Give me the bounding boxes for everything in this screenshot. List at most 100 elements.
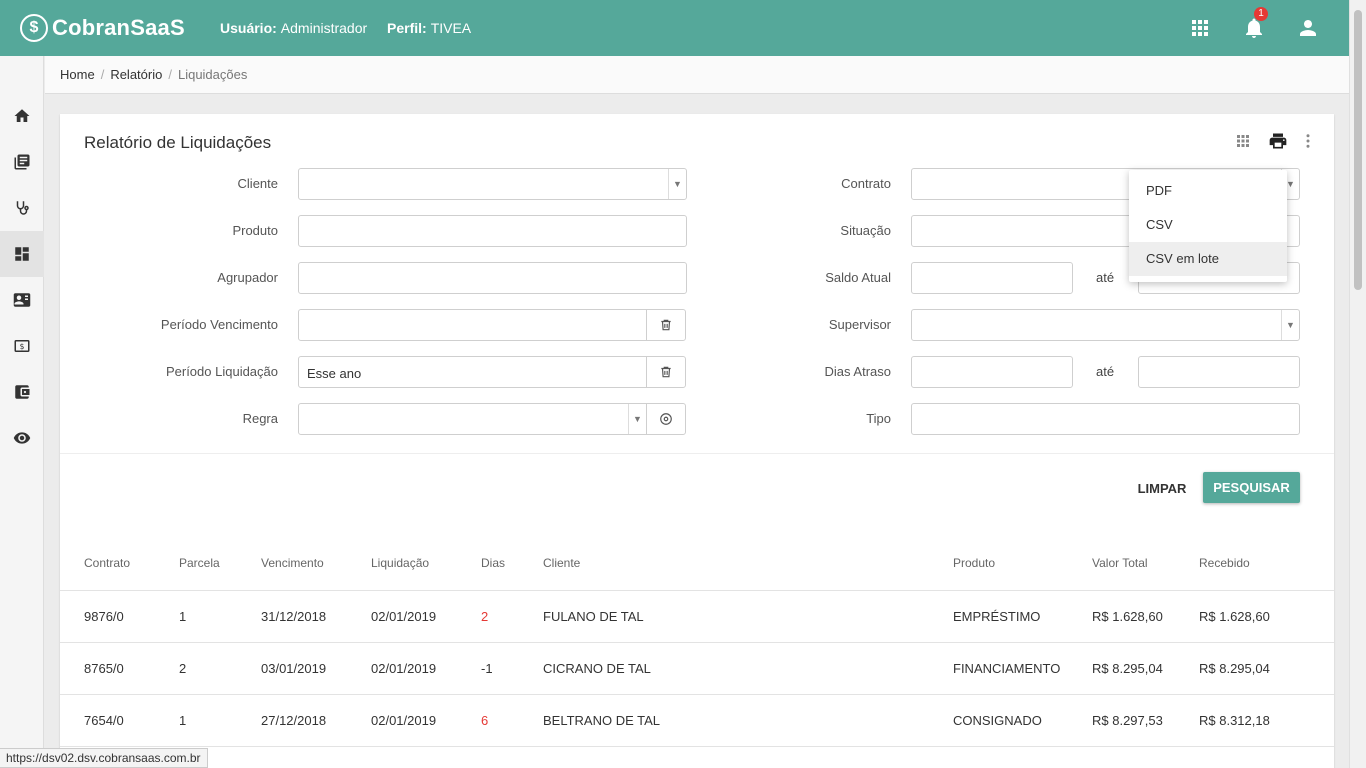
cell-recebido: R$ 8.312,18 — [1199, 713, 1270, 728]
col-header-dias[interactable]: Dias — [481, 556, 505, 570]
saldo-atual-label: Saldo Atual — [825, 270, 891, 285]
col-header-recebido[interactable]: Recebido — [1199, 556, 1250, 570]
cell-parcela: 2 — [179, 661, 187, 676]
col-header-parcela[interactable]: Parcela — [179, 556, 220, 570]
svg-text:$: $ — [20, 342, 25, 351]
chevron-down-icon[interactable]: ▼ — [668, 169, 686, 199]
saldo-atual-min-input[interactable] — [911, 262, 1073, 294]
periodo-vencimento-label: Período Vencimento — [160, 317, 278, 332]
table-row[interactable]: 7654/0 1 27/12/2018 02/01/2019 6 BELTRAN… — [60, 694, 1334, 746]
scrollbar-thumb[interactable] — [1354, 10, 1362, 290]
export-csv[interactable]: CSV — [1129, 208, 1287, 242]
more-vert-icon[interactable] — [1302, 132, 1322, 152]
breadcrumb: Home / Relatório / Liquidações — [60, 67, 247, 82]
contrato-label: Contrato — [841, 176, 891, 191]
chevron-down-icon[interactable]: ▼ — [1281, 310, 1299, 340]
agrupador-input[interactable] — [298, 262, 687, 294]
nav-watch[interactable] — [0, 415, 44, 461]
cell-liquidacao: 02/01/2019 — [371, 661, 437, 676]
tipo-label: Tipo — [866, 411, 891, 426]
export-csv-lote[interactable]: CSV em lote — [1129, 242, 1287, 276]
col-header-liquidacao[interactable]: Liquidação — [371, 556, 429, 570]
cell-vencimento: 31/12/2018 — [261, 609, 327, 624]
notification-badge: 1 — [1254, 7, 1268, 21]
breadcrumb-bar: Home / Relatório / Liquidações — [45, 56, 1349, 94]
nav-health[interactable] — [0, 185, 44, 231]
dias-atraso-min-input[interactable] — [911, 356, 1073, 388]
col-header-valor-total[interactable]: Valor Total — [1092, 556, 1148, 570]
cell-valor-total: R$ 1.628,60 — [1092, 609, 1163, 624]
cell-valor-total: R$ 8.295,04 — [1092, 661, 1163, 676]
periodo-liquidacao-label: Período Liquidação — [165, 364, 278, 379]
account-icon[interactable] — [1296, 16, 1320, 40]
regra-select[interactable]: ▼ — [298, 403, 647, 435]
chevron-down-icon[interactable]: ▼ — [628, 404, 646, 434]
app-logo[interactable]: $ CobranSaaS — [20, 12, 185, 44]
cell-produto: EMPRÉSTIMO — [953, 609, 1041, 624]
breadcrumb-separator: / — [100, 67, 105, 82]
cell-liquidacao: 02/01/2019 — [371, 713, 437, 728]
cell-cliente: CICRANO DE TAL — [543, 661, 651, 676]
clear-vencimento-button[interactable] — [646, 309, 686, 341]
view-circle-icon — [660, 413, 672, 425]
cliente-select[interactable]: ▼ — [298, 168, 687, 200]
cell-dias: 6 — [481, 713, 489, 728]
situacao-label: Situação — [840, 223, 891, 238]
produto-input[interactable] — [298, 215, 687, 247]
home-icon — [14, 109, 30, 122]
table-row-partial — [60, 746, 1334, 768]
table-row[interactable]: 8765/0 2 03/01/2019 02/01/2019 -1 CICRAN… — [60, 642, 1334, 694]
clear-liquidacao-button[interactable] — [646, 356, 686, 388]
nav-library[interactable] — [0, 139, 44, 185]
nav-finance[interactable]: $ — [0, 323, 44, 369]
cell-vencimento: 27/12/2018 — [261, 713, 327, 728]
table-row[interactable]: 9876/0 1 31/12/2018 02/01/2019 2 FULANO … — [60, 590, 1334, 642]
logo-dollar-icon: $ — [20, 14, 48, 42]
dias-atraso-max-input[interactable] — [1138, 356, 1300, 388]
supervisor-select[interactable]: ▼ — [911, 309, 1300, 341]
nav-home[interactable] — [0, 93, 44, 139]
cell-vencimento: 03/01/2019 — [261, 661, 327, 676]
periodo-liquidacao-value: Esse ano — [307, 366, 362, 381]
trash-icon — [661, 366, 671, 378]
breadcrumb-relatorio[interactable]: Relatório — [110, 67, 162, 82]
periodo-liquidacao-input[interactable]: Esse ano — [298, 356, 647, 388]
breadcrumb-current: Liquidações — [177, 67, 248, 82]
divider — [60, 453, 1334, 454]
eye-icon — [13, 432, 31, 444]
col-header-cliente[interactable]: Cliente — [543, 556, 580, 570]
col-header-vencimento[interactable]: Vencimento — [261, 556, 324, 570]
profile-info: Perfil: TIVEA — [387, 20, 471, 36]
side-nav: $ — [0, 56, 44, 768]
cell-recebido: R$ 8.295,04 — [1199, 661, 1270, 676]
apps-grid-icon[interactable] — [1188, 16, 1212, 40]
produto-label: Produto — [232, 223, 278, 238]
grid-icon[interactable] — [1234, 132, 1254, 152]
nav-dashboard[interactable] — [0, 231, 44, 277]
pesquisar-button[interactable]: PESQUISAR — [1203, 472, 1300, 503]
contact-card-icon — [13, 293, 31, 307]
breadcrumb-home[interactable]: Home — [60, 67, 95, 82]
cell-produto: FINANCIAMENTO — [953, 661, 1061, 676]
nav-wallet[interactable] — [0, 369, 44, 415]
cell-parcela: 1 — [179, 713, 187, 728]
periodo-vencimento-input[interactable] — [298, 309, 647, 341]
user-value: Administrador — [280, 20, 368, 36]
view-regra-button[interactable] — [646, 403, 686, 435]
print-icon[interactable] — [1268, 131, 1288, 151]
limpar-button[interactable]: LIMPAR — [1130, 473, 1194, 503]
cell-contrato: 8765/0 — [84, 661, 124, 676]
col-header-produto[interactable]: Produto — [953, 556, 995, 570]
cell-dias: -1 — [481, 661, 493, 676]
vertical-scrollbar[interactable] — [1349, 0, 1366, 768]
status-bar-url: https://dsv02.dsv.cobransaas.com.br — [0, 748, 208, 768]
tipo-select[interactable] — [911, 403, 1300, 435]
export-pdf[interactable]: PDF — [1129, 174, 1287, 208]
cell-liquidacao: 02/01/2019 — [371, 609, 437, 624]
profile-value: TIVEA — [430, 20, 472, 36]
notifications-button[interactable]: 1 — [1242, 7, 1268, 40]
nav-contacts[interactable] — [0, 277, 44, 323]
dias-ate-label: até — [1096, 364, 1115, 379]
cell-contrato: 9876/0 — [84, 609, 124, 624]
col-header-contrato[interactable]: Contrato — [84, 556, 130, 570]
